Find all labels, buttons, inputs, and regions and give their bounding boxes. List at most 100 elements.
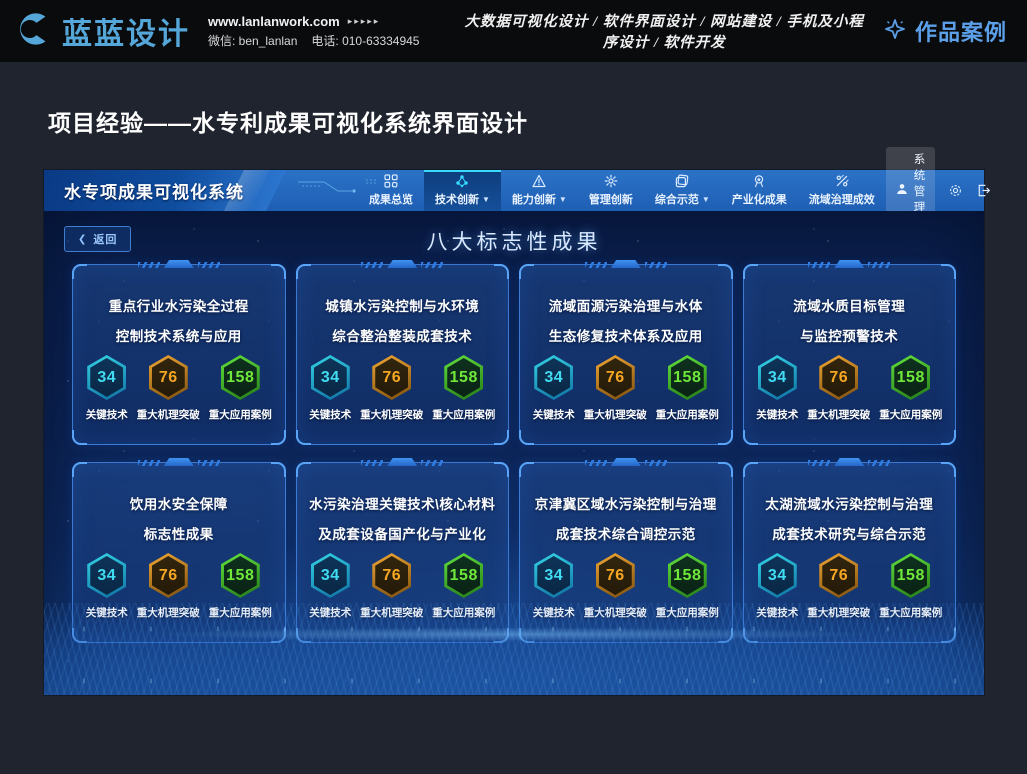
stat-application: 158重大应用案例 bbox=[879, 355, 942, 422]
stat-breakthrough: 76重大机理突破 bbox=[584, 355, 647, 422]
nav-label: 管理创新 bbox=[589, 191, 633, 207]
back-button[interactable]: ❮ 返回 bbox=[64, 226, 131, 252]
hexagon-badge: 158 bbox=[444, 553, 483, 598]
achievement-card[interactable]: 城镇水污染控制与水环境综合整治整装成套技术 34关键技术 76重大机理突破 15… bbox=[296, 264, 510, 445]
stat-key-tech: 34关键技术 bbox=[756, 553, 798, 620]
stat-breakthrough: 76重大机理突破 bbox=[807, 355, 870, 422]
nav-item-comprehensive-demo[interactable]: 综合示范▼ bbox=[644, 170, 721, 211]
card-title: 重点行业水污染全过程控制技术系统与应用 bbox=[73, 292, 285, 353]
hexagon-badge: 158 bbox=[221, 355, 260, 400]
card-stats: 34关键技术 76重大机理突破 158重大应用案例 bbox=[520, 355, 732, 422]
achievement-card[interactable]: 饮用水安全保障标志性成果 34关键技术 76重大机理突破 158重大应用案例 bbox=[72, 462, 286, 643]
hexagon-badge: 76 bbox=[149, 355, 188, 400]
hexagon-badge: 76 bbox=[372, 355, 411, 400]
card-top-decoration bbox=[138, 260, 220, 268]
hexagon-badge: 34 bbox=[758, 355, 797, 400]
gear-flower-icon bbox=[604, 174, 618, 188]
system-title: 水专项成果可视化系统 bbox=[64, 178, 244, 203]
hexagon-badge: 76 bbox=[819, 553, 858, 598]
card-title: 饮用水安全保障标志性成果 bbox=[73, 490, 285, 551]
board: ❮ 返回 八大标志性成果 重点行业水污染全过程控制技术系统与应用 34关键技术 … bbox=[44, 211, 984, 695]
chevron-left-icon: ❮ bbox=[78, 234, 86, 245]
portfolio-link[interactable]: 作品案例 bbox=[883, 15, 1007, 47]
nav-item-management-innovation[interactable]: 管理创新 bbox=[578, 170, 644, 211]
dropdown-arrow-icon: ▼ bbox=[559, 195, 567, 204]
stat-application: 158重大应用案例 bbox=[879, 553, 942, 620]
stat-key-tech: 34关键技术 bbox=[309, 355, 351, 422]
url-arrows-icon: ▸▸▸▸▸ bbox=[348, 16, 381, 27]
card-stats: 34关键技术 76重大机理突破 158重大应用案例 bbox=[520, 553, 732, 620]
nav-label: 流域治理成效 bbox=[809, 191, 875, 207]
achievement-card[interactable]: 京津冀区域水污染控制与治理成套技术综合调控示范 34关键技术 76重大机理突破 … bbox=[519, 462, 733, 643]
stat-application: 158重大应用案例 bbox=[209, 553, 272, 620]
nav-right: 系统管理员 bbox=[886, 170, 1008, 211]
card-title: 水污染治理关键技术\核心材料及成套设备国产化与产业化 bbox=[297, 490, 509, 551]
grid-icon bbox=[384, 174, 398, 188]
stat-breakthrough: 76重大机理突破 bbox=[584, 553, 647, 620]
stat-breakthrough: 76重大机理突破 bbox=[807, 553, 870, 620]
stat-application: 158重大应用案例 bbox=[656, 553, 719, 620]
achievement-card[interactable]: 流域水质目标管理与监控预警技术 34关键技术 76重大机理突破 158重大应用案… bbox=[743, 264, 957, 445]
card-title: 城镇水污染控制与水环境综合整治整装成套技术 bbox=[297, 292, 509, 353]
hexagon-badge: 158 bbox=[221, 553, 260, 598]
network-icon bbox=[455, 174, 469, 188]
card-stats: 34关键技术 76重大机理突破 158重大应用案例 bbox=[297, 553, 509, 620]
site-header: 蓝蓝设计 www.lanlanwork.com ▸▸▸▸▸ 微信: ben_la… bbox=[0, 0, 1027, 62]
stat-key-tech: 34关键技术 bbox=[309, 553, 351, 620]
achievement-card[interactable]: 太湖流域水污染控制与治理成套技术研究与综合示范 34关键技术 76重大机理突破 … bbox=[743, 462, 957, 643]
dashboard: 水专项成果可视化系统 成果总览 bbox=[44, 170, 984, 695]
stat-breakthrough: 76重大机理突破 bbox=[137, 355, 200, 422]
dropdown-arrow-icon: ▼ bbox=[482, 195, 490, 204]
hexagon-badge: 76 bbox=[596, 355, 635, 400]
cards-grid: 重点行业水污染全过程控制技术系统与应用 34关键技术 76重大机理突破 158重… bbox=[72, 264, 956, 643]
nav-item-basin-governance[interactable]: 流域治理成效 bbox=[798, 170, 886, 211]
nav-items: 成果总览 技术创新▼ 能力创新▼ bbox=[358, 170, 886, 211]
hexagon-badge: 76 bbox=[149, 553, 188, 598]
services-list: 大数据可视化设计 / 软件界面设计 / 网站建设 / 手机及小程序设计 / 软件… bbox=[419, 10, 883, 52]
site-logo[interactable]: 蓝蓝设计 bbox=[16, 9, 190, 53]
sparkle-star-icon bbox=[883, 17, 907, 46]
nav-item-industrialization[interactable]: 产业化成果 bbox=[721, 170, 798, 211]
stat-breakthrough: 76重大机理突破 bbox=[360, 355, 423, 422]
card-top-decoration bbox=[138, 458, 220, 466]
card-title: 京津冀区域水污染控制与治理成套技术综合调控示范 bbox=[520, 490, 732, 551]
user-icon bbox=[896, 182, 908, 200]
nav-label: 能力创新 bbox=[512, 191, 556, 207]
stat-breakthrough: 76重大机理突破 bbox=[360, 553, 423, 620]
phone-label: 电话: 010-63334945 bbox=[311, 32, 419, 49]
stat-key-tech: 34关键技术 bbox=[756, 355, 798, 422]
nav-label: 综合示范 bbox=[655, 191, 699, 207]
hexagon-badge: 76 bbox=[372, 553, 411, 598]
hexagon-badge: 34 bbox=[311, 553, 350, 598]
achievement-card[interactable]: 水污染治理关键技术\核心材料及成套设备国产化与产业化 34关键技术 76重大机理… bbox=[296, 462, 510, 643]
stat-key-tech: 34关键技术 bbox=[86, 553, 128, 620]
stat-breakthrough: 76重大机理突破 bbox=[137, 553, 200, 620]
stat-key-tech: 34关键技术 bbox=[533, 553, 575, 620]
stat-application: 158重大应用案例 bbox=[656, 355, 719, 422]
page-title: 项目经验——水专利成果可视化系统界面设计 bbox=[48, 104, 1027, 138]
page: 蓝蓝设计 www.lanlanwork.com ▸▸▸▸▸ 微信: ben_la… bbox=[0, 0, 1027, 774]
contact-block: www.lanlanwork.com ▸▸▸▸▸ 微信: ben_lanlan … bbox=[208, 14, 419, 49]
logout-icon[interactable] bbox=[976, 183, 991, 198]
achievement-card[interactable]: 重点行业水污染全过程控制技术系统与应用 34关键技术 76重大机理突破 158重… bbox=[72, 264, 286, 445]
card-title: 流域水质目标管理与监控预警技术 bbox=[744, 292, 956, 353]
settings-gear-icon[interactable] bbox=[948, 183, 963, 198]
hexagon-badge: 34 bbox=[534, 553, 573, 598]
hexagon-badge: 34 bbox=[758, 553, 797, 598]
card-top-decoration bbox=[808, 260, 890, 268]
site-url[interactable]: www.lanlanwork.com bbox=[208, 14, 340, 29]
card-stats: 34关键技术 76重大机理突破 158重大应用案例 bbox=[744, 355, 956, 422]
card-top-decoration bbox=[808, 458, 890, 466]
achievement-card[interactable]: 流域面源污染治理与水体生态修复技术体系及应用 34关键技术 76重大机理突破 1… bbox=[519, 264, 733, 445]
hexagon-badge: 34 bbox=[311, 355, 350, 400]
nav-item-capability-innovation[interactable]: 能力创新▼ bbox=[501, 170, 578, 211]
hexagon-badge: 158 bbox=[891, 553, 930, 598]
stat-application: 158重大应用案例 bbox=[209, 355, 272, 422]
hexagon-badge: 158 bbox=[891, 355, 930, 400]
nav-item-tech-innovation[interactable]: 技术创新▼ bbox=[424, 170, 501, 211]
lanlan-logo-icon bbox=[16, 10, 54, 53]
hexagon-badge: 34 bbox=[87, 553, 126, 598]
card-top-decoration bbox=[585, 458, 667, 466]
nav-label: 产业化成果 bbox=[732, 191, 787, 207]
nav-item-overview[interactable]: 成果总览 bbox=[358, 170, 424, 211]
